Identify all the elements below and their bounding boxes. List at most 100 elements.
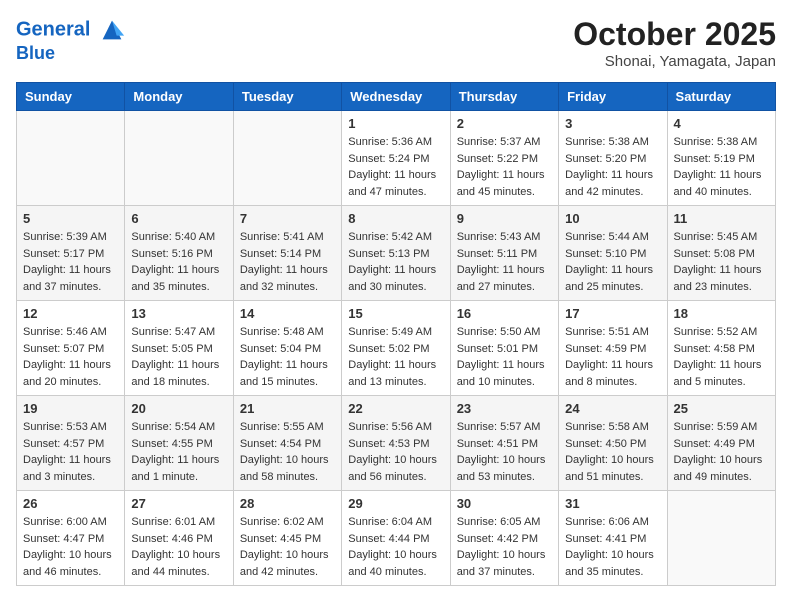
calendar-cell: 1 Sunrise: 5:36 AMSunset: 5:24 PMDaylight… bbox=[342, 111, 450, 206]
calendar-cell: 16 Sunrise: 5:50 AMSunset: 5:01 PMDayligh… bbox=[450, 301, 558, 396]
title-block: October 2025 Shonai, Yamagata, Japan bbox=[573, 16, 776, 70]
calendar-cell: 24Sunrise: 5:58 AMSunset: 4:50 PMDayligh… bbox=[559, 396, 667, 491]
day-info: Sunrise: 5:36 AMSunset: 5:24 PMDaylight:… bbox=[348, 134, 443, 200]
calendar-cell: 23 Sunrise: 5:57 AMSunset: 4:51 PMDayligh… bbox=[450, 396, 558, 491]
calendar-cell bbox=[17, 111, 125, 206]
calendar-cell: 2 Sunrise: 5:37 AMSunset: 5:22 PMDaylight… bbox=[450, 111, 558, 206]
day-info: Sunrise: 5:58 AMSunset: 4:50 PMDaylight:… bbox=[565, 419, 660, 485]
day-info: Sunrise: 6:05 AMSunset: 4:42 PMDaylight:… bbox=[457, 514, 552, 580]
day-info: Sunrise: 6:06 AMSunset: 4:41 PMDaylight:… bbox=[565, 514, 660, 580]
day-number: 29 bbox=[348, 496, 443, 511]
day-number: 11 bbox=[674, 211, 769, 226]
day-info: Sunrise: 5:47 AMSunset: 5:05 PMDaylight:… bbox=[131, 324, 226, 390]
calendar-cell: 15 Sunrise: 5:49 AMSunset: 5:02 PMDayligh… bbox=[342, 301, 450, 396]
calendar-cell: 29 Sunrise: 6:04 AMSunset: 4:44 PMDayligh… bbox=[342, 491, 450, 586]
calendar-row: 5 Sunrise: 5:39 AMSunset: 5:17 PMDaylight… bbox=[17, 206, 776, 301]
weekday-header: Monday bbox=[125, 83, 233, 111]
calendar-cell: 9Sunrise: 5:43 AMSunset: 5:11 PMDaylight… bbox=[450, 206, 558, 301]
day-number: 31 bbox=[565, 496, 660, 511]
day-info: Sunrise: 5:39 AMSunset: 5:17 PMDaylight:… bbox=[23, 229, 118, 295]
calendar-cell: 3 Sunrise: 5:38 AMSunset: 5:20 PMDaylight… bbox=[559, 111, 667, 206]
day-number: 27 bbox=[131, 496, 226, 511]
calendar-cell bbox=[125, 111, 233, 206]
calendar-cell: 7Sunrise: 5:41 AMSunset: 5:14 PMDaylight… bbox=[233, 206, 341, 301]
day-info: Sunrise: 6:00 AMSunset: 4:47 PMDaylight:… bbox=[23, 514, 118, 580]
calendar-header-row: SundayMondayTuesdayWednesdayThursdayFrid… bbox=[17, 83, 776, 111]
weekday-header: Thursday bbox=[450, 83, 558, 111]
day-info: Sunrise: 5:45 AMSunset: 5:08 PMDaylight:… bbox=[674, 229, 769, 295]
calendar-cell: 8Sunrise: 5:42 AMSunset: 5:13 PMDaylight… bbox=[342, 206, 450, 301]
weekday-header: Saturday bbox=[667, 83, 775, 111]
calendar-title: October 2025 bbox=[573, 16, 776, 53]
calendar-row: 19Sunrise: 5:53 AMSunset: 4:57 PMDayligh… bbox=[17, 396, 776, 491]
calendar-table: SundayMondayTuesdayWednesdayThursdayFrid… bbox=[16, 82, 776, 586]
day-info: Sunrise: 6:04 AMSunset: 4:44 PMDaylight:… bbox=[348, 514, 443, 580]
day-info: Sunrise: 5:42 AMSunset: 5:13 PMDaylight:… bbox=[348, 229, 443, 295]
calendar-cell: 30Sunrise: 6:05 AMSunset: 4:42 PMDayligh… bbox=[450, 491, 558, 586]
day-info: Sunrise: 5:37 AMSunset: 5:22 PMDaylight:… bbox=[457, 134, 552, 200]
day-number: 5 bbox=[23, 211, 118, 226]
day-number: 26 bbox=[23, 496, 118, 511]
day-number: 25 bbox=[674, 401, 769, 416]
calendar-cell: 17Sunrise: 5:51 AMSunset: 4:59 PMDayligh… bbox=[559, 301, 667, 396]
day-number: 19 bbox=[23, 401, 118, 416]
weekday-header: Friday bbox=[559, 83, 667, 111]
calendar-cell: 20Sunrise: 5:54 AMSunset: 4:55 PMDayligh… bbox=[125, 396, 233, 491]
calendar-cell: 28Sunrise: 6:02 AMSunset: 4:45 PMDayligh… bbox=[233, 491, 341, 586]
calendar-cell: 4 Sunrise: 5:38 AMSunset: 5:19 PMDaylight… bbox=[667, 111, 775, 206]
calendar-cell: 11 Sunrise: 5:45 AMSunset: 5:08 PMDayligh… bbox=[667, 206, 775, 301]
logo: General Blue bbox=[16, 16, 126, 64]
day-info: Sunrise: 5:50 AMSunset: 5:01 PMDaylight:… bbox=[457, 324, 552, 390]
day-info: Sunrise: 5:51 AMSunset: 4:59 PMDaylight:… bbox=[565, 324, 660, 390]
weekday-header: Tuesday bbox=[233, 83, 341, 111]
calendar-row: 1 Sunrise: 5:36 AMSunset: 5:24 PMDaylight… bbox=[17, 111, 776, 206]
day-number: 15 bbox=[348, 306, 443, 321]
weekday-header: Wednesday bbox=[342, 83, 450, 111]
calendar-cell bbox=[233, 111, 341, 206]
calendar-cell bbox=[667, 491, 775, 586]
day-number: 23 bbox=[457, 401, 552, 416]
weekday-header: Sunday bbox=[17, 83, 125, 111]
day-number: 28 bbox=[240, 496, 335, 511]
day-info: Sunrise: 5:56 AMSunset: 4:53 PMDaylight:… bbox=[348, 419, 443, 485]
logo-text: General bbox=[16, 16, 126, 44]
day-info: Sunrise: 5:38 AMSunset: 5:19 PMDaylight:… bbox=[674, 134, 769, 200]
day-info: Sunrise: 5:48 AMSunset: 5:04 PMDaylight:… bbox=[240, 324, 335, 390]
day-number: 1 bbox=[348, 116, 443, 131]
day-info: Sunrise: 5:43 AMSunset: 5:11 PMDaylight:… bbox=[457, 229, 552, 295]
day-number: 10 bbox=[565, 211, 660, 226]
day-number: 4 bbox=[674, 116, 769, 131]
calendar-cell: 14 Sunrise: 5:48 AMSunset: 5:04 PMDayligh… bbox=[233, 301, 341, 396]
calendar-cell: 22 Sunrise: 5:56 AMSunset: 4:53 PMDayligh… bbox=[342, 396, 450, 491]
logo-blue: Blue bbox=[16, 44, 126, 64]
day-info: Sunrise: 5:49 AMSunset: 5:02 PMDaylight:… bbox=[348, 324, 443, 390]
page-header: General Blue October 2025 Shonai, Yamaga… bbox=[16, 16, 776, 70]
day-number: 22 bbox=[348, 401, 443, 416]
calendar-cell: 25 Sunrise: 5:59 AMSunset: 4:49 PMDayligh… bbox=[667, 396, 775, 491]
day-number: 6 bbox=[131, 211, 226, 226]
calendar-cell: 12 Sunrise: 5:46 AMSunset: 5:07 PMDayligh… bbox=[17, 301, 125, 396]
day-number: 16 bbox=[457, 306, 552, 321]
calendar-cell: 18 Sunrise: 5:52 AMSunset: 4:58 PMDayligh… bbox=[667, 301, 775, 396]
calendar-cell: 19Sunrise: 5:53 AMSunset: 4:57 PMDayligh… bbox=[17, 396, 125, 491]
calendar-cell: 5 Sunrise: 5:39 AMSunset: 5:17 PMDaylight… bbox=[17, 206, 125, 301]
day-info: Sunrise: 5:52 AMSunset: 4:58 PMDaylight:… bbox=[674, 324, 769, 390]
day-number: 12 bbox=[23, 306, 118, 321]
day-number: 18 bbox=[674, 306, 769, 321]
calendar-cell: 26 Sunrise: 6:00 AMSunset: 4:47 PMDayligh… bbox=[17, 491, 125, 586]
calendar-cell: 6 Sunrise: 5:40 AMSunset: 5:16 PMDaylight… bbox=[125, 206, 233, 301]
day-number: 21 bbox=[240, 401, 335, 416]
day-info: Sunrise: 5:38 AMSunset: 5:20 PMDaylight:… bbox=[565, 134, 660, 200]
day-number: 2 bbox=[457, 116, 552, 131]
day-number: 3 bbox=[565, 116, 660, 131]
day-info: Sunrise: 6:01 AMSunset: 4:46 PMDaylight:… bbox=[131, 514, 226, 580]
day-number: 14 bbox=[240, 306, 335, 321]
day-info: Sunrise: 5:46 AMSunset: 5:07 PMDaylight:… bbox=[23, 324, 118, 390]
day-info: Sunrise: 5:40 AMSunset: 5:16 PMDaylight:… bbox=[131, 229, 226, 295]
calendar-cell: 21 Sunrise: 5:55 AMSunset: 4:54 PMDayligh… bbox=[233, 396, 341, 491]
day-number: 7 bbox=[240, 211, 335, 226]
day-info: Sunrise: 5:55 AMSunset: 4:54 PMDaylight:… bbox=[240, 419, 335, 485]
day-info: Sunrise: 5:57 AMSunset: 4:51 PMDaylight:… bbox=[457, 419, 552, 485]
calendar-row: 12 Sunrise: 5:46 AMSunset: 5:07 PMDayligh… bbox=[17, 301, 776, 396]
day-info: Sunrise: 5:59 AMSunset: 4:49 PMDaylight:… bbox=[674, 419, 769, 485]
